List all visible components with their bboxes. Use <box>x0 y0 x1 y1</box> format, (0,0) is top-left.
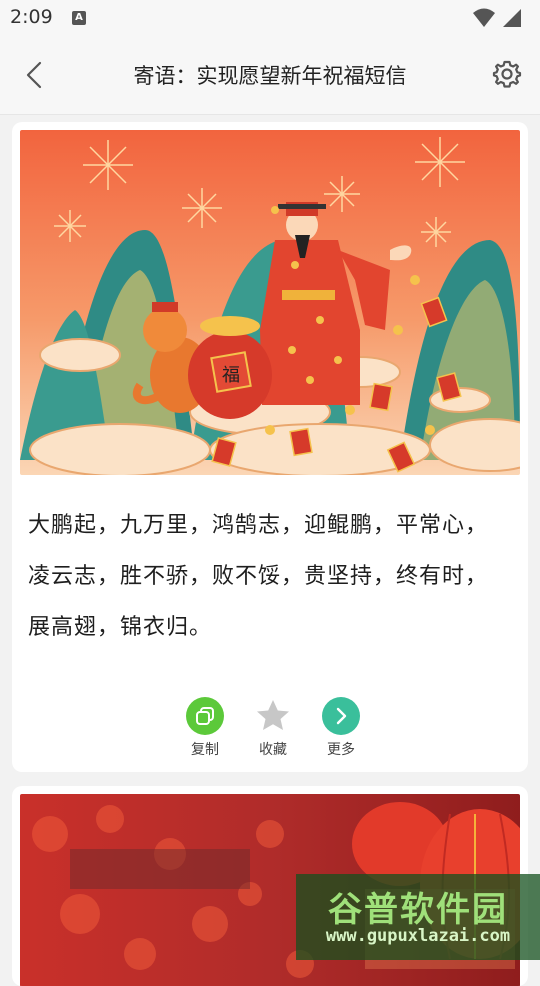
star-icon <box>254 697 292 735</box>
new-year-illustration: 福 <box>20 130 520 475</box>
gear-icon <box>492 60 522 88</box>
settings-button[interactable] <box>492 59 522 89</box>
copy-label: 复制 <box>191 742 219 758</box>
more-label: 更多 <box>327 742 355 758</box>
blessing-card: 福 大鹏起，九万里，鸿鹄志，迎鲲鹏，平常心，凌云志，胜不骄，败不馁，贵坚持，终有… <box>12 122 528 772</box>
notification-icon: A <box>72 11 86 25</box>
copy-button[interactable]: 复制 <box>180 697 230 759</box>
card-actions: 复制 收藏 更多 <box>180 697 366 759</box>
copy-icon <box>186 697 224 735</box>
header: 寄语：实现愿望新年祝福短信 <box>0 36 540 115</box>
status-bar: 2:09 A <box>0 0 540 36</box>
signal-icon <box>503 9 521 27</box>
watermark-url: www.gupuxlazai.com <box>325 926 511 946</box>
chevron-right-icon <box>322 697 360 735</box>
watermark: 谷普软件园 www.gupuxlazai.com <box>296 874 540 960</box>
status-time: 2:09 <box>10 6 53 28</box>
favorite-button[interactable]: 收藏 <box>248 697 298 759</box>
status-icons <box>472 7 522 29</box>
watermark-title: 谷普软件园 <box>328 890 508 930</box>
page-title: 寄语：实现愿望新年祝福短信 <box>133 64 407 88</box>
more-button[interactable]: 更多 <box>316 697 366 759</box>
favorite-label: 收藏 <box>259 742 287 758</box>
fu-seal-text: 福 <box>222 365 240 386</box>
wifi-icon <box>473 8 495 27</box>
blessing-text: 大鹏起，九万里，鸿鹄志，迎鲲鹏，平常心，凌云志，胜不骄，败不馁，贵坚持，终有时，… <box>28 513 489 640</box>
